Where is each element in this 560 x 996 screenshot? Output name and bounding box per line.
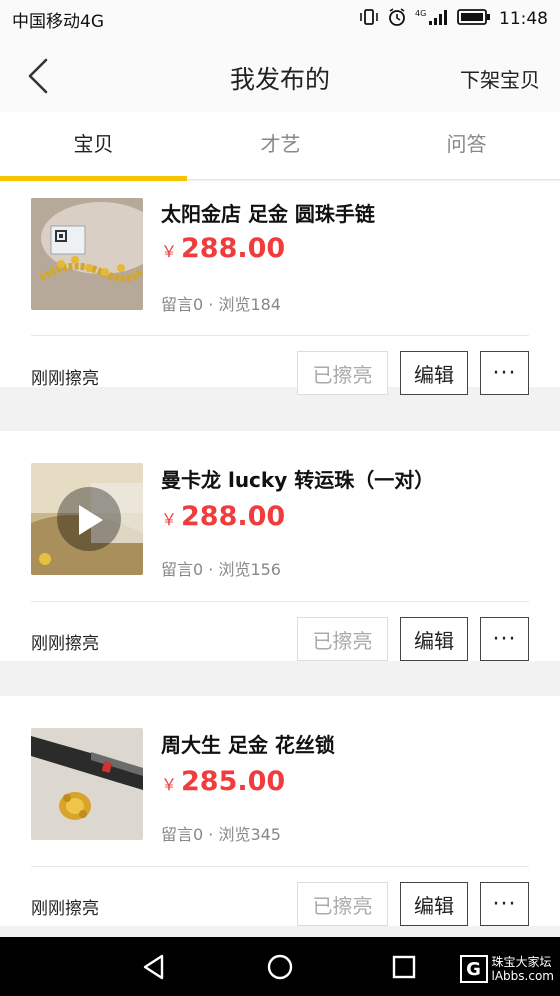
product-title[interactable]: 曼卡龙 lucky 转运珠（一对） [161,464,434,493]
edit-button[interactable]: 编辑 [400,617,468,661]
product-stats: 留言0 · 浏览345 [161,825,281,844]
bracelet-photo [31,198,143,310]
carrier-label: 中国移动4G [12,11,104,32]
alarm-icon [387,7,407,32]
status-bar: 中国移动4G 4G 11:48 [0,0,560,38]
product-title[interactable]: 太阳金店 足金 圆珠手链 [161,198,375,227]
product-price: ￥ 285.00 [161,766,285,797]
price-value: 285.00 [181,766,286,797]
edit-button[interactable]: 编辑 [400,882,468,926]
more-button[interactable]: ··· [480,882,529,926]
status-icons: 4G 11:48 [359,7,548,32]
product-price: ￥ 288.00 [161,233,285,264]
circle-home-icon [267,954,293,980]
listing-card[interactable]: 周大生 足金 花丝锁 ￥ 285.00 留言0 · 浏览345 刚刚擦亮 已擦亮 … [0,696,560,926]
listing-list[interactable]: 太阳金店 足金 圆珠手链 ￥ 288.00 留言0 · 浏览184 刚刚擦亮 已擦… [0,181,560,937]
square-recents-icon [392,955,416,979]
clock-label: 11:48 [499,9,548,29]
play-icon[interactable] [31,463,143,575]
price-value: 288.00 [181,233,286,264]
system-home-button[interactable] [262,949,298,985]
watermark-line2: lAbbs.com [491,969,554,983]
lock-pendant-photo [31,728,143,840]
watermark-text: 珠宝大家坛 lAbbs.com [492,955,554,983]
more-button[interactable]: ··· [480,351,529,395]
refreshed-button[interactable]: 已擦亮 [297,882,388,926]
watermark-line1: 珠宝大家坛 [491,955,552,969]
card-divider [31,866,529,867]
tab-qa[interactable]: 问答 [373,112,560,180]
refresh-time: 刚刚擦亮 [31,899,99,919]
tab-talent-label: 才艺 [260,132,301,156]
tab-items-label: 宝贝 [73,132,114,156]
watermark: G 珠宝大家坛 lAbbs.com [459,955,554,983]
refreshed-button[interactable]: 已擦亮 [297,617,388,661]
product-stats: 留言0 · 浏览184 [161,295,281,314]
delist-button[interactable]: 下架宝贝 [460,64,540,93]
currency-symbol: ￥ [161,242,178,261]
top-nav-bar: 我发布的 下架宝贝 [0,38,560,112]
price-value: 288.00 [181,501,286,532]
refresh-time: 刚刚擦亮 [31,369,99,389]
currency-symbol: ￥ [161,510,178,529]
product-thumbnail[interactable] [31,728,143,840]
tab-items[interactable]: 宝贝 [0,112,187,181]
product-title[interactable]: 周大生 足金 花丝锁 [161,729,335,758]
product-thumbnail[interactable] [31,463,143,575]
signal-icon: 4G [415,8,449,31]
tab-bar: 宝贝 才艺 问答 [0,112,560,181]
listing-card[interactable]: 曼卡龙 lucky 转运珠（一对） ￥ 288.00 留言0 · 浏览156 刚刚… [0,431,560,661]
system-nav-bar: G 珠宝大家坛 lAbbs.com [0,937,560,996]
edit-button[interactable]: 编辑 [400,351,468,395]
more-button[interactable]: ··· [480,617,529,661]
card-divider [31,601,529,602]
tab-talent[interactable]: 才艺 [187,112,374,180]
product-stats: 留言0 · 浏览156 [161,560,281,579]
tab-qa-label: 问答 [446,132,487,156]
system-back-button[interactable] [136,949,172,985]
watermark-logo: G [459,955,488,983]
card-divider [31,335,529,336]
listing-card[interactable]: 太阳金店 足金 圆珠手链 ￥ 288.00 留言0 · 浏览184 刚刚擦亮 已擦… [0,181,560,395]
battery-icon [457,8,491,31]
currency-symbol: ￥ [161,775,178,794]
svg-text:4G: 4G [415,9,426,18]
product-thumbnail[interactable] [31,198,143,310]
refresh-time: 刚刚擦亮 [31,634,99,654]
refreshed-button[interactable]: 已擦亮 [297,351,388,395]
vibrate-icon [359,8,379,31]
triangle-back-icon [143,954,164,980]
product-price: ￥ 288.00 [161,501,285,532]
system-recents-button[interactable] [386,949,422,985]
